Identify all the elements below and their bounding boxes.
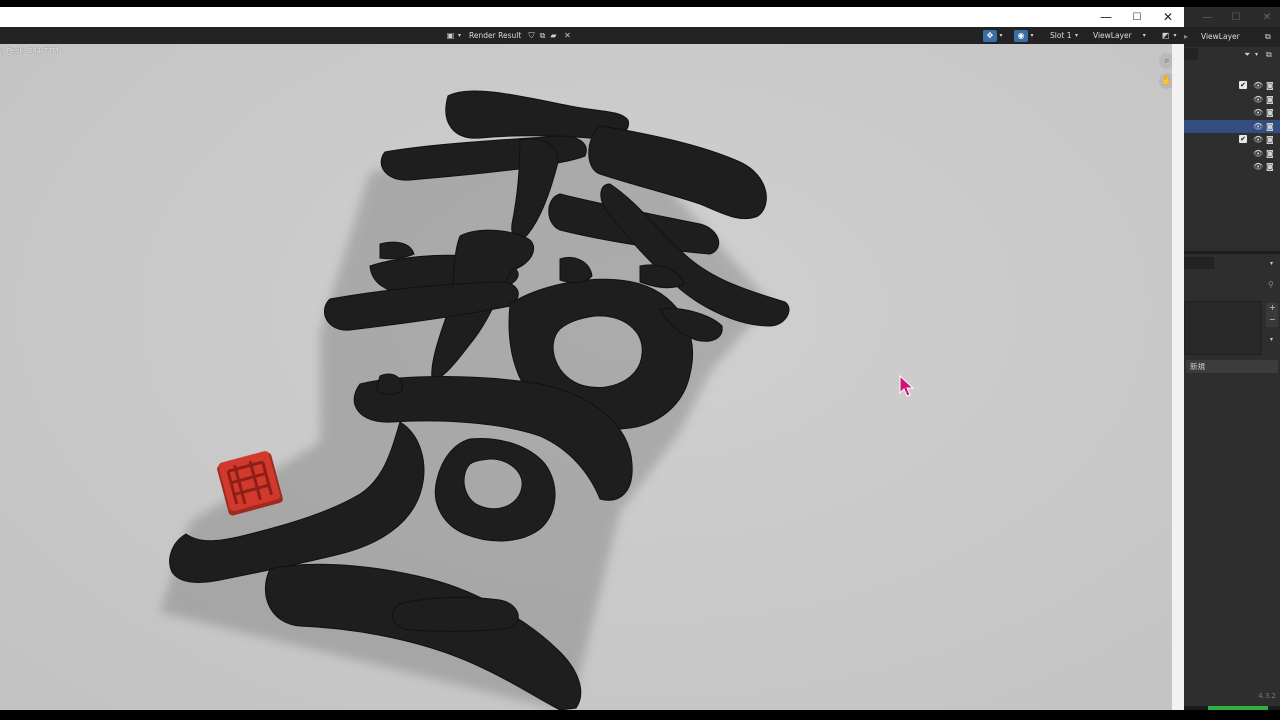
exclude-checkbox[interactable]: ✔ [1239,81,1247,89]
chevron-down-icon: ▾ [1030,32,1034,39]
outliner-row[interactable]: ✔ 👁 ◙ [1184,79,1280,92]
bottom-border [0,710,1280,720]
exclude-checkbox[interactable]: ✔ [1239,135,1247,143]
vertical-scroll-strip[interactable] [1172,44,1184,710]
secondary-minimize-button[interactable]: — [1196,7,1218,27]
eye-icon[interactable]: 👁 [1253,133,1263,146]
panel-divider[interactable] [1184,251,1280,254]
pan-view-button[interactable]: ✋ [1159,73,1172,89]
secondary-close-button[interactable]: ✕ [1256,7,1278,27]
outliner-search-field[interactable] [1184,48,1198,60]
version-label: 4.3.2 [1258,692,1276,700]
hand-icon: ✋ [1161,76,1172,86]
view-layer-label: ViewLayer [1093,31,1132,40]
material-slot-list[interactable] [1184,301,1262,355]
camera-icon[interactable]: ◙ [1266,160,1274,173]
camera-icon[interactable]: ◙ [1266,93,1274,106]
maximize-button[interactable]: ☐ [1122,7,1152,27]
chevron-down-icon: ▾ [999,32,1003,39]
chevron-down-icon[interactable]: ▾ [1255,48,1258,61]
new-scene-icon[interactable]: ⧉ [1265,30,1271,43]
image-actions: ⛉ ⧉ ▰ ✕ [526,27,573,44]
slot-label: Slot 1 [1050,31,1072,40]
display-channels-dropdown[interactable]: ◩ ▾ [1160,27,1179,44]
fake-user-icon[interactable]: ⛉ [526,30,537,41]
camera-icon[interactable]: ◙ [1266,106,1274,119]
outliner-row-selected[interactable]: 👁 ◙ [1184,120,1280,133]
slot-add-remove: + − [1266,303,1278,327]
chevron-down-icon[interactable]: ▾ [1270,257,1273,270]
eye-icon[interactable]: 👁 [1253,160,1263,173]
render-stats-text: /, Peak: 284.77M [0,47,59,55]
outliner-properties-panel: ▸ ViewLayer ⧉ ⏷ ▾ ⧉ ✔ 👁 ◙ 👁 ◙ 👁 ◙ 👁 ◙ ✔ … [1184,27,1280,710]
gizmo-toggle[interactable]: ✥ ▾ [983,27,1005,44]
chevron-down-icon: ▾ [1173,32,1177,39]
channels-icon: ◩ [1161,31,1170,40]
eye-icon[interactable]: 👁 [1253,93,1263,106]
window-titlebar: — ☐ ✕ [0,7,1184,27]
outliner-view-layer[interactable]: ViewLayer [1201,32,1240,41]
new-material-button[interactable]: 新規 [1186,360,1278,373]
magnifier-icon: ⌕ [1164,56,1170,66]
outliner-header: ▸ ViewLayer ⧉ [1184,27,1280,47]
overlay-icon: ◉ [1014,29,1028,42]
filter-icon[interactable]: ⏷ [1244,48,1250,61]
editor-type-icon[interactable]: ▸ [1184,30,1188,43]
eye-icon[interactable]: 👁 [1253,120,1263,133]
minus-icon[interactable]: − [1269,313,1276,326]
chevron-down-icon: ▾ [457,32,461,39]
close-button[interactable]: ✕ [1153,7,1183,27]
camera-icon[interactable]: ◙ [1266,120,1274,133]
secondary-maximize-button[interactable]: ☐ [1225,7,1247,27]
mouse-cursor-icon [899,374,915,397]
outliner-row[interactable]: 👁 ◙ [1184,160,1280,173]
camera-icon[interactable]: ◙ [1266,147,1274,160]
duplicate-icon[interactable]: ⧉ [537,30,548,41]
image-icon: ▣ [446,31,455,40]
rendered-calligraphy-artwork [160,90,915,710]
eye-icon[interactable]: 👁 [1253,147,1263,160]
outliner-row[interactable]: 👁 ◙ [1184,106,1280,119]
outliner-row[interactable]: ✔ 👁 ◙ [1184,133,1280,146]
chevron-down-icon[interactable]: ▾ [1270,333,1273,346]
eye-icon[interactable]: 👁 [1253,106,1263,119]
material-slot-field[interactable] [1184,257,1214,269]
zoom-view-button[interactable]: ⌕ [1159,53,1172,69]
overlay-toggle[interactable]: ◉ ▾ [1014,27,1036,44]
render-result-canvas[interactable]: /, Peak: 284.77M ⌕ ✋ [0,44,1172,710]
chevron-down-icon: ▾ [1075,32,1079,39]
minimize-button[interactable]: — [1091,7,1121,27]
camera-icon[interactable]: ◙ [1266,79,1274,92]
unlink-icon[interactable]: ✕ [562,30,573,41]
chevron-down-icon: ▾ [1142,32,1146,39]
image-name-field[interactable]: Render Result [469,27,521,44]
slot-dropdown[interactable]: Slot 1 ▾ [1050,27,1082,44]
secondary-window-titlebar: — ☐ ✕ [1184,7,1280,27]
top-border [0,0,1280,7]
image-browse-button[interactable]: ▣ ▾ [445,27,463,44]
eye-icon[interactable]: 👁 [1253,79,1263,92]
folder-icon[interactable]: ▰ [548,30,559,41]
camera-icon[interactable]: ◙ [1266,133,1274,146]
image-editor-header: ▣ ▾ Render Result ⛉ ⧉ ▰ ✕ ✥ ▾ ◉ ▾ Slot 1… [0,27,1184,44]
outliner-row[interactable]: 👁 ◙ [1184,93,1280,106]
view-layer-dropdown[interactable]: ViewLayer ▾ [1093,27,1146,44]
gizmo-icon: ✥ [983,29,997,42]
outliner-row[interactable]: 👁 ◙ [1184,147,1280,160]
pin-icon[interactable]: ⚲ [1268,278,1274,291]
new-collection-icon[interactable]: ⧉ [1266,48,1272,61]
